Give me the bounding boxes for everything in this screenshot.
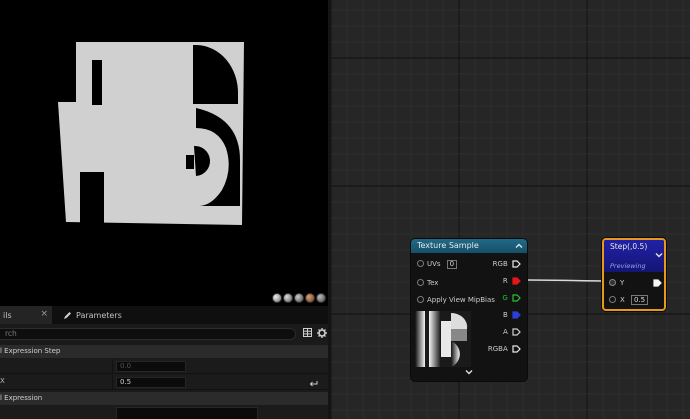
details-tab-bar: ils × Parameters [0,306,330,324]
pin-label-r: R [502,277,508,285]
table-view-icon[interactable] [303,328,312,337]
texture-sample-header[interactable]: Texture Sample [411,239,527,253]
chevron-down-icon[interactable] [655,251,663,259]
search-row: rch [0,325,330,343]
input-pin-uvs[interactable] [417,260,424,267]
output-pin-g[interactable] [512,294,521,302]
details-panel: ils × Parameters rch l Expression Step 0… [0,306,330,419]
material-preview-viewport[interactable] [0,0,330,306]
pin-label-x: X [620,296,625,304]
y-value-field: 0.0 [116,361,186,372]
pencil-icon [64,311,71,319]
input-pin-y[interactable] [609,279,616,286]
pin-label-y: Y [620,279,625,287]
uvs-value-field[interactable]: 0 [446,260,457,269]
step-node[interactable]: Step(,0.5) Previewing Y X 0.5 [602,238,666,311]
pin-label-rgb: RGB [492,260,508,268]
preview-cylinder-icon[interactable] [283,293,293,303]
section-expression[interactable]: l Expression [0,392,330,405]
pin-row-step-y: Y [609,277,624,289]
x-value-field[interactable]: 0.5 [631,295,649,305]
pin-row-mipbias: Apply View MipBias [417,294,495,306]
step-node-title: Step(,0.5) [610,242,648,251]
tab-details[interactable]: ils × [0,306,52,324]
pin-label-b: B [502,311,508,319]
preview-cube-icon[interactable] [305,293,315,303]
output-pin-b[interactable] [512,311,521,319]
preview-mesh-icon[interactable] [316,293,326,303]
property-row-x: X 0.5 [0,375,330,390]
pin-row-a: A [503,326,521,338]
output-pin-a[interactable] [512,328,521,336]
pin-label-rgba: RGBA [487,345,508,353]
column-divider[interactable] [112,359,113,374]
pin-row-rgb: RGB [493,258,521,270]
output-pin-result[interactable] [653,279,662,287]
texture-sample-node[interactable]: Texture Sample UVs 0 Tex Apply View MipB… [411,239,527,381]
step-node-subtitle: Previewing [610,262,646,270]
preview-shape-selector[interactable] [272,293,326,303]
section-expression-step[interactable]: l Expression Step [0,345,330,358]
pin-row-step-x: X 0.5 [609,294,649,306]
x-value-field[interactable]: 0.5 [116,377,186,388]
pin-row-g: G [502,292,521,304]
tab-parameters[interactable]: Parameters [60,306,140,324]
step-node-header[interactable]: Step(,0.5) Previewing [604,240,664,272]
material-graph-editor[interactable]: Texture Sample UVs 0 Tex Apply View MipB… [331,0,690,419]
tab-details-label: ils [3,310,12,320]
output-pin-rgb[interactable] [512,260,521,268]
chevron-up-icon[interactable] [515,242,523,250]
gear-icon[interactable] [317,328,327,338]
texture-sample-title: Texture Sample [417,241,479,250]
pin-label-uvs: UVs [427,260,441,268]
pin-row-tex: Tex [417,277,438,289]
pin-row-rgba: RGBA [488,343,521,355]
pin-label-a: A [502,328,508,336]
output-pin-r[interactable] [512,277,521,285]
property-row-y: 0.0 [0,359,330,374]
close-icon[interactable]: × [40,309,48,319]
property-label-x: X [0,377,5,385]
pin-label-tex: Tex [427,279,439,287]
expression-field[interactable] [116,407,258,419]
preview-plane-icon[interactable] [294,293,304,303]
pin-label-mipbias: Apply View MipBias [427,296,495,304]
pin-row-b: B [503,309,521,321]
chevron-down-icon[interactable] [465,368,473,376]
input-pin-x[interactable] [609,296,616,303]
input-pin-tex[interactable] [417,279,424,286]
pin-row-r: R [503,275,521,287]
output-pin-rgba[interactable] [512,345,521,353]
preview-plane [54,42,244,225]
reset-to-default-icon[interactable] [309,379,318,387]
preview-sphere-icon[interactable] [272,293,282,303]
pin-label-g: G [502,294,508,302]
pin-row-uvs: UVs 0 [417,258,457,270]
texture-thumbnail[interactable] [415,311,471,367]
tab-parameters-label: Parameters [76,310,122,320]
search-input[interactable]: rch [0,328,296,340]
input-pin-mipbias[interactable] [417,296,424,303]
column-divider[interactable] [112,375,113,390]
